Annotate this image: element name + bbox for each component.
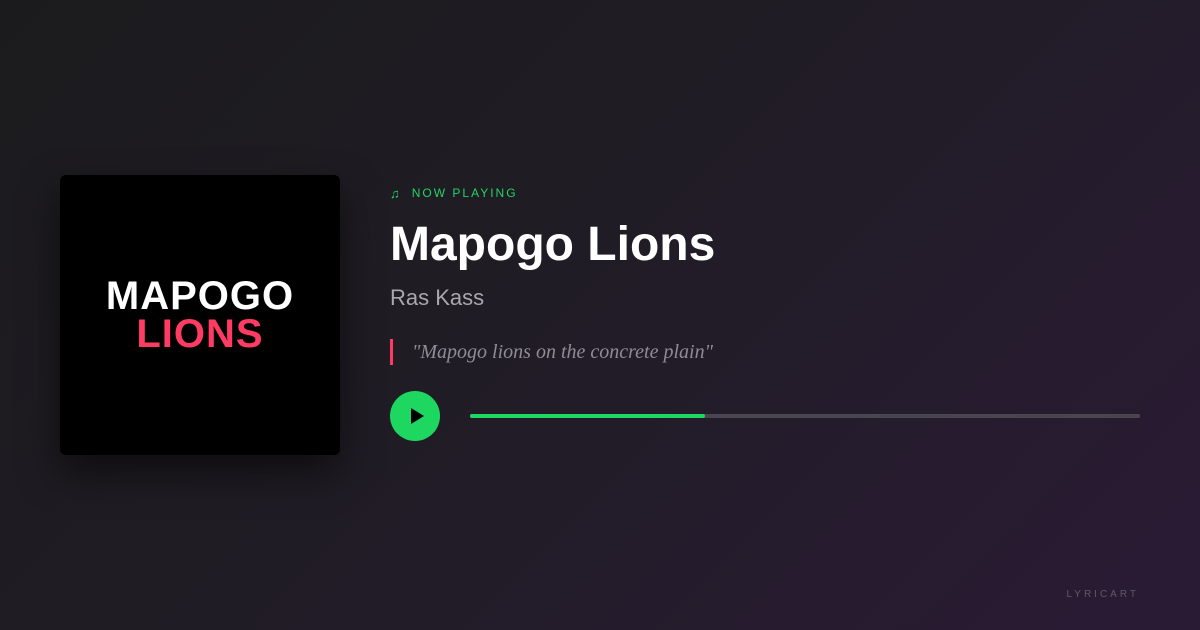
progress-bar[interactable] [470, 414, 1140, 418]
now-playing-text: NOW PLAYING [411, 186, 518, 200]
play-icon [410, 408, 424, 424]
progress-fill [470, 414, 705, 418]
now-playing-label: ♫ NOW PLAYING [390, 185, 1150, 201]
track-info: ♫ NOW PLAYING Mapogo Lions Ras Kass "Map… [390, 185, 1150, 441]
player-controls [390, 391, 1150, 441]
lyric-quote: "Mapogo lions on the concrete plain" [390, 339, 1150, 365]
track-title: Mapogo Lions [390, 218, 716, 271]
cover-title-line2: LIONS [136, 312, 264, 356]
cover-title-line1: MAPOGO [105, 274, 295, 318]
track-artist: Ras Kass [390, 285, 485, 310]
play-button[interactable] [390, 391, 440, 441]
album-cover: MAPOGO LIONS [60, 175, 340, 455]
music-note-icon: ♫ [390, 185, 402, 201]
brand-watermark: LYRICART [1066, 589, 1139, 600]
